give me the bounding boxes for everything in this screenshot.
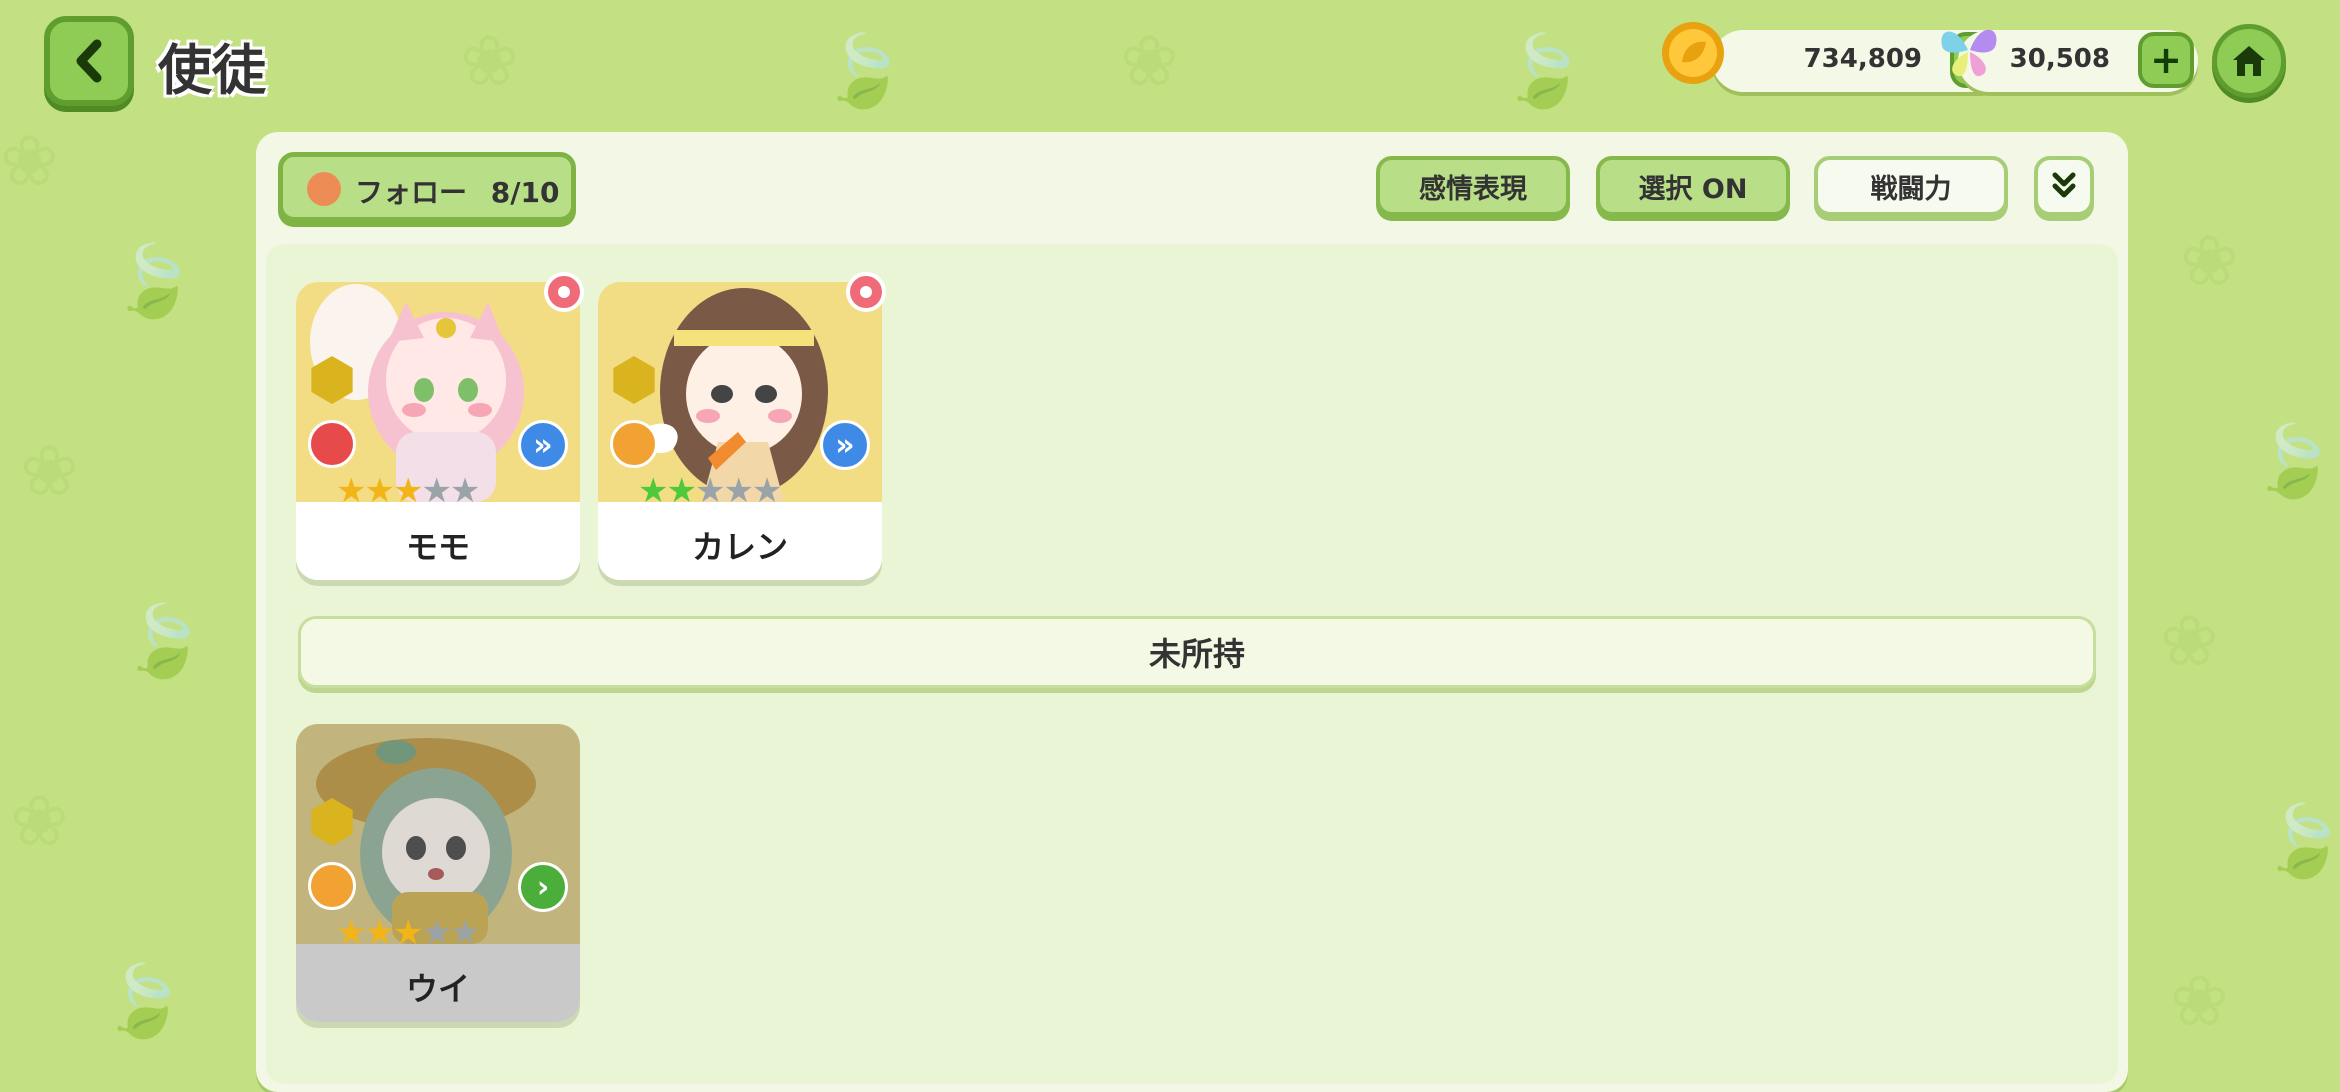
apostle-card-momo[interactable]: » ★★★★★ モモ [296,282,580,580]
page-title: 使徒 [158,39,266,102]
apostle-name: カレン [691,528,788,566]
select-toggle-button[interactable]: 選択 ON [1596,156,1790,216]
unowned-section-header: 未所持 [298,616,2096,688]
role-support-icon [610,420,658,468]
rank-arrow-icon: » [518,420,568,470]
rank-arrow-icon: › [518,862,568,912]
apostle-card-ui[interactable]: › ★★★★★ ウイ [296,724,580,1022]
home-button[interactable] [2212,24,2286,98]
butterfly-value: 30,508 [2009,44,2110,74]
role-attack-icon [308,420,356,468]
follow-count: 8/10 [490,176,560,209]
expand-sort-button[interactable] [2034,156,2094,216]
chevron-left-icon [76,39,102,83]
apostle-name: モモ [405,528,470,566]
favorite-flower-icon [544,272,584,312]
butterfly-icon [1941,29,1997,77]
rank-arrow-icon: » [820,420,870,470]
coin-leaf-icon [1662,22,1724,84]
heart-icon [307,172,341,206]
home-icon [2233,46,2265,76]
follow-label: フォロー [355,176,468,209]
apostle-card-karen[interactable]: » ★★★★★ カレン [598,282,882,580]
sort-power-button[interactable]: 戦闘力 [1814,156,2008,216]
emotion-button[interactable]: 感情表現 [1376,156,1570,216]
add-butterfly-button[interactable]: + [2138,32,2194,88]
apostle-name: ウイ [405,970,470,1008]
favorite-flower-icon [846,272,886,312]
double-chevron-down-icon [2052,172,2076,198]
follow-button[interactable]: フォロー 8/10 [278,152,576,222]
role-support-icon [308,862,356,910]
back-button[interactable] [44,16,134,106]
gold-value: 734,809 [1803,44,1922,74]
